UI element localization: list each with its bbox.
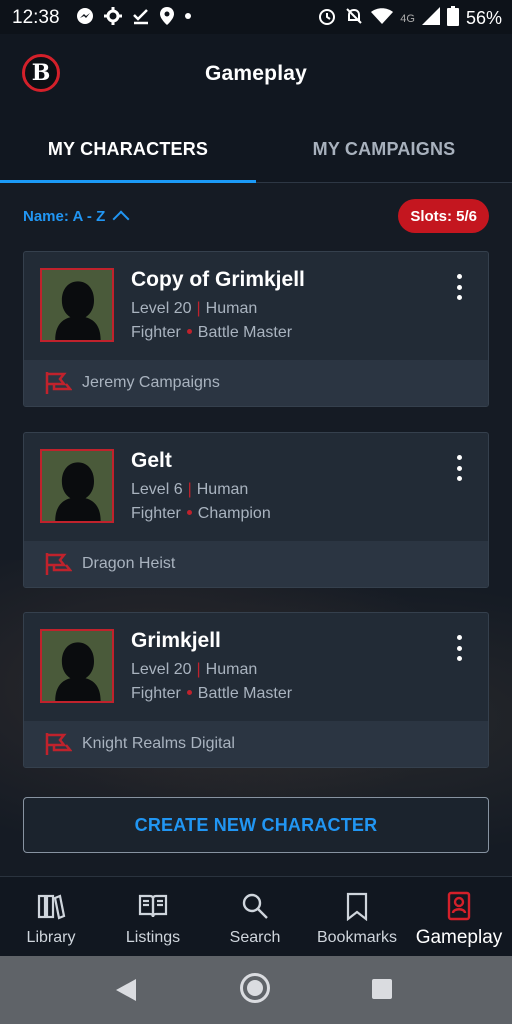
- separator-dot: [186, 328, 192, 334]
- character-portrait: [40, 629, 114, 703]
- page-title: Gameplay: [205, 62, 307, 85]
- tab-indicator: [0, 180, 256, 183]
- location-icon: [160, 7, 174, 30]
- battery-percent: 56%: [465, 8, 502, 28]
- character-name: Gelt: [131, 449, 172, 472]
- chevron-up-icon: [112, 210, 130, 228]
- nav-bookmarks-label: Bookmarks: [316, 929, 398, 946]
- character-portrait: [40, 449, 114, 523]
- campaign-name: Jeremy Campaigns: [82, 374, 220, 391]
- back-icon[interactable]: [116, 979, 136, 1001]
- character-level-race: Level 20 | Human: [131, 300, 257, 318]
- bookmark-icon: [346, 892, 368, 921]
- campaign-flag-icon: [45, 553, 72, 575]
- system-navigation-bar: [0, 956, 512, 1024]
- separator-dot: [186, 689, 192, 695]
- character-class: Fighter Battle Master: [131, 324, 292, 342]
- dot-icon: [184, 7, 192, 30]
- tab-my-campaigns[interactable]: MY CAMPAIGNS: [256, 116, 512, 182]
- character-race: Human: [205, 661, 258, 678]
- character-card[interactable]: Gelt Level 6 | Human Fighter Champion Drago…: [23, 432, 489, 588]
- silhouette-icon: [42, 451, 112, 521]
- character-race: Human: [196, 481, 249, 498]
- mute-icon: [344, 6, 364, 31]
- character-class: Fighter Champion: [131, 505, 271, 523]
- home-icon-inner: [247, 980, 263, 996]
- silhouette-icon: [42, 631, 112, 701]
- character-race: Human: [205, 300, 258, 317]
- campaign-flag-icon: [45, 733, 72, 755]
- sort-button[interactable]: Name: A - Z: [23, 207, 130, 228]
- recent-apps-icon[interactable]: [372, 979, 392, 999]
- character-subclass: Champion: [197, 505, 271, 522]
- more-options-icon[interactable]: [454, 635, 464, 661]
- character-level: Level 6: [131, 481, 183, 498]
- nav-library-label: Library: [26, 929, 76, 946]
- character-level-race: Level 6 | Human: [131, 481, 248, 499]
- status-left-icons: [76, 7, 192, 30]
- character-subclass: Battle Master: [197, 324, 293, 341]
- signal-icon: [421, 7, 440, 30]
- campaign-row[interactable]: Dragon Heist: [24, 541, 488, 587]
- more-options-icon[interactable]: [454, 274, 464, 300]
- search-icon: [242, 893, 268, 919]
- character-portrait: [40, 268, 114, 342]
- tab-my-characters[interactable]: MY CHARACTERS: [0, 116, 256, 182]
- campaign-row[interactable]: Jeremy Campaigns: [24, 360, 488, 406]
- character-level-race: Level 20 | Human: [131, 661, 257, 679]
- settings-icon: [104, 7, 122, 30]
- character-card[interactable]: Grimkjell Level 20 | Human Fighter Battle M…: [23, 612, 489, 768]
- nav-library[interactable]: Library: [0, 877, 102, 957]
- separator: |: [187, 481, 192, 498]
- tab-bar: MY CHARACTERS MY CAMPAIGNS: [0, 116, 512, 183]
- campaign-row[interactable]: Knight Realms Digital: [24, 721, 488, 767]
- nav-search-label: Search: [229, 929, 281, 946]
- nav-gameplay-label: Gameplay: [415, 927, 503, 948]
- done-icon: [132, 7, 150, 30]
- battery-icon: [446, 6, 459, 31]
- nav-search[interactable]: Search: [204, 877, 306, 957]
- character-level: Level 20: [131, 300, 192, 317]
- network-label: 4G: [400, 12, 415, 25]
- wifi-icon: [371, 7, 394, 30]
- character-class-name: Fighter: [131, 505, 181, 522]
- status-bar: 12:38 4G 56%: [0, 0, 512, 34]
- app-bar: B Gameplay: [0, 34, 512, 116]
- character-name: Copy of Grimkjell: [131, 268, 305, 291]
- book-open-icon: [138, 894, 168, 918]
- separator-dot: [186, 509, 192, 515]
- silhouette-icon: [42, 270, 112, 340]
- campaign-flag-icon: [45, 372, 72, 394]
- nav-bookmarks[interactable]: Bookmarks: [306, 877, 408, 957]
- character-name: Grimkjell: [131, 629, 221, 652]
- status-right-icons: 4G 56%: [317, 6, 502, 31]
- separator: |: [196, 300, 201, 317]
- sort-label: Name: A - Z: [23, 207, 106, 225]
- character-class-name: Fighter: [131, 324, 181, 341]
- slots-badge: Slots: 5/6: [398, 199, 489, 233]
- character-card[interactable]: Copy of Grimkjell Level 20 | Human Fighter…: [23, 251, 489, 407]
- library-icon: [37, 894, 66, 920]
- create-new-character-button[interactable]: CREATE NEW CHARACTER: [23, 797, 489, 853]
- separator: |: [196, 661, 201, 678]
- character-class-name: Fighter: [131, 685, 181, 702]
- character-level: Level 20: [131, 661, 192, 678]
- campaign-name: Knight Realms Digital: [82, 735, 235, 752]
- messenger-icon: [76, 7, 94, 30]
- character-subclass: Battle Master: [197, 685, 293, 702]
- character-class: Fighter Battle Master: [131, 685, 292, 703]
- more-options-icon[interactable]: [454, 455, 464, 481]
- alarm-icon: [317, 6, 337, 31]
- nav-gameplay[interactable]: Gameplay: [408, 877, 510, 957]
- bottom-navigation: Library Listings Search Bookmarks Gamepl…: [0, 876, 512, 957]
- status-time: 12:38: [12, 7, 60, 28]
- campaign-name: Dragon Heist: [82, 555, 176, 572]
- nav-listings-label: Listings: [125, 929, 181, 946]
- gameplay-icon: [447, 891, 471, 921]
- nav-listings[interactable]: Listings: [102, 877, 204, 957]
